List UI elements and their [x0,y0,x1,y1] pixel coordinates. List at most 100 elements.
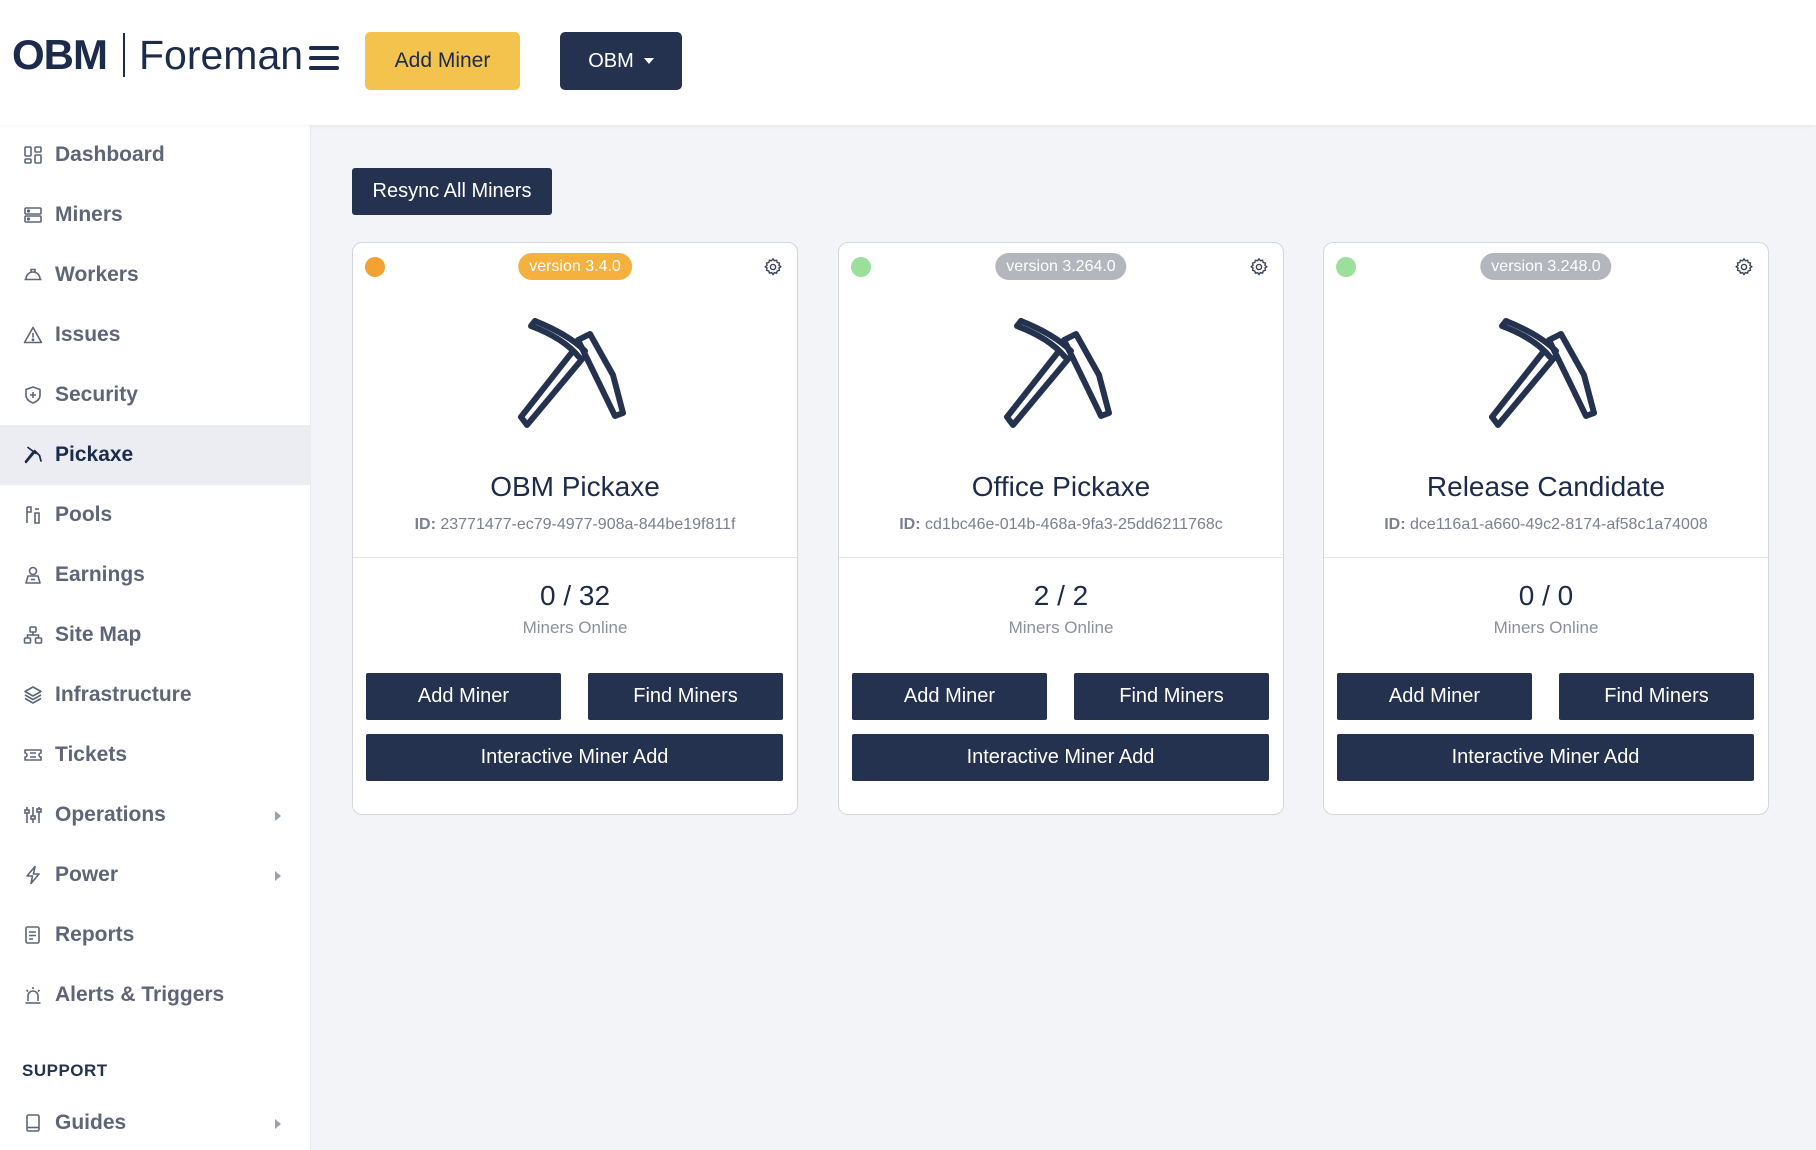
card-divider [353,557,797,558]
warning-icon [22,324,44,346]
id-value: dce116a1-a660-49c2-8174-af58c1a74008 [1410,516,1708,533]
sidebar-item-label: Dashboard [55,143,165,166]
sidebar-item-pickaxe[interactable]: Pickaxe [0,425,311,485]
sidebar-item-security[interactable]: Security [0,365,311,425]
ticket-icon [22,744,44,766]
id-label: ID: [1384,516,1406,533]
pickaxe-card: version 3.4.0 OBM Pickaxe ID: 23771477-e… [352,242,798,815]
menu-toggle-icon[interactable] [309,46,341,70]
sidebar-item-issues[interactable]: Issues [0,305,311,365]
sidebar-item-tickets[interactable]: Tickets [0,725,311,785]
support-section-label: SUPPORT [22,1061,108,1080]
pickaxe-icon [1489,318,1597,428]
chevron-right-icon [275,1119,281,1129]
top-bar: OBM Foreman Add Miner OBM [0,0,1816,125]
book-icon [22,1112,44,1134]
find-miners-button[interactable]: Find Miners [1559,673,1754,720]
sidebar-item-workers[interactable]: Workers [0,245,311,305]
version-badge: version 3.264.0 [995,253,1127,280]
gear-icon[interactable] [1249,257,1269,277]
miners-online-count: 0 / 0 [1518,580,1574,611]
gear-icon[interactable] [1734,257,1754,277]
sidebar-item-pools[interactable]: Pools [0,485,311,545]
sidebar-item-label: Workers [55,263,139,286]
pickaxe-card: version 3.264.0 Office Pickaxe ID: cd1bc… [838,242,1284,815]
sidebar-item-label: Pickaxe [55,443,134,466]
sidebar-item-label: Guides [55,1111,127,1134]
sidebar-item-label: Tickets [55,743,127,766]
sidebar-item-guides[interactable]: Guides [0,1093,311,1150]
interactive-miner-add-button[interactable]: Interactive Miner Add [1337,734,1754,781]
logo-product: Foreman [139,31,304,78]
sidebar-item-label: Pools [55,503,113,526]
sidebar-item-label: Infrastructure [55,683,192,706]
org-selector-label: OBM [588,49,634,72]
sidebar-item-label: Reports [55,923,135,946]
status-indicator [851,257,871,277]
sidebar-item-operations[interactable]: Operations [0,785,311,845]
org-selector-button[interactable]: OBM [560,32,682,90]
add-miner-button[interactable]: Add Miner [852,673,1047,720]
id-value: cd1bc46e-014b-468a-9fa3-25dd6211768c [925,516,1223,533]
sidebar-item-label: Power [55,863,119,886]
chevron-right-icon [275,871,281,881]
sliders-icon [22,804,44,826]
sidebar-item-label: Site Map [55,623,142,646]
status-indicator [1336,257,1356,277]
bolt-icon [22,864,44,886]
gear-icon[interactable] [763,257,783,277]
sidebar-item-dashboard[interactable]: Dashboard [0,125,311,185]
pickaxe-icon [22,444,44,466]
pickaxe-name: Release Candidate [1426,471,1666,502]
card-divider [839,557,1283,558]
miners-online-label: Miners Online [522,618,628,637]
sidebar: Dashboard Miners Workers Issues Security… [0,125,311,1150]
card-divider [1324,557,1768,558]
logo-separator [123,33,125,77]
sitemap-icon [22,624,44,646]
header-add-miner-button[interactable]: Add Miner [365,32,520,90]
pickaxe-icon [518,318,626,428]
miners-online-count: 2 / 2 [1033,580,1089,611]
sidebar-item-infrastructure[interactable]: Infrastructure [0,665,311,725]
id-label: ID: [899,516,921,533]
sidebar-item-label: Issues [55,323,121,346]
sidebar-item-reports[interactable]: Reports [0,905,311,965]
sidebar-item-power[interactable]: Power [0,845,311,905]
shield-icon [22,384,44,406]
pickaxe-icon [1004,318,1112,428]
miners-online-count: 0 / 32 [539,580,611,611]
pickaxe-name: Office Pickaxe [971,471,1151,502]
alarm-icon [22,984,44,1006]
id-label: ID: [414,516,436,533]
pickaxe-id: ID: dce116a1-a660-49c2-8174-af58c1a74008 [1324,516,1768,534]
add-miner-button[interactable]: Add Miner [366,673,561,720]
version-badge: version 3.4.0 [518,253,632,280]
pickaxe-name: OBM Pickaxe [490,471,660,502]
server-icon [22,204,44,226]
sidebar-item-label: Miners [55,203,123,226]
pickaxe-id: ID: 23771477-ec79-4977-908a-844be19f811f [353,516,797,534]
sidebar-item-earnings[interactable]: Earnings [0,545,311,605]
app-logo[interactable]: OBM Foreman [12,30,303,80]
version-badge: version 3.248.0 [1480,253,1612,280]
hardhat-icon [22,264,44,286]
add-miner-button[interactable]: Add Miner [1337,673,1532,720]
sidebar-item-miners[interactable]: Miners [0,185,311,245]
find-miners-button[interactable]: Find Miners [1074,673,1269,720]
resync-all-miners-button[interactable]: Resync All Miners [352,168,552,215]
coins-icon [22,564,44,586]
layers-icon [22,684,44,706]
interactive-miner-add-button[interactable]: Interactive Miner Add [852,734,1269,781]
interactive-miner-add-button[interactable]: Interactive Miner Add [366,734,783,781]
chevron-right-icon [275,811,281,821]
sidebar-item-alerts-triggers[interactable]: Alerts & Triggers [0,965,311,1025]
report-icon [22,924,44,946]
sidebar-item-site-map[interactable]: Site Map [0,605,311,665]
miners-online-label: Miners Online [1493,618,1599,637]
sidebar-item-label: Alerts & Triggers [55,983,225,1006]
dashboard-icon [22,144,44,166]
find-miners-button[interactable]: Find Miners [588,673,783,720]
pickaxe-id: ID: cd1bc46e-014b-468a-9fa3-25dd6211768c [839,516,1283,534]
miners-online-label: Miners Online [1008,618,1114,637]
